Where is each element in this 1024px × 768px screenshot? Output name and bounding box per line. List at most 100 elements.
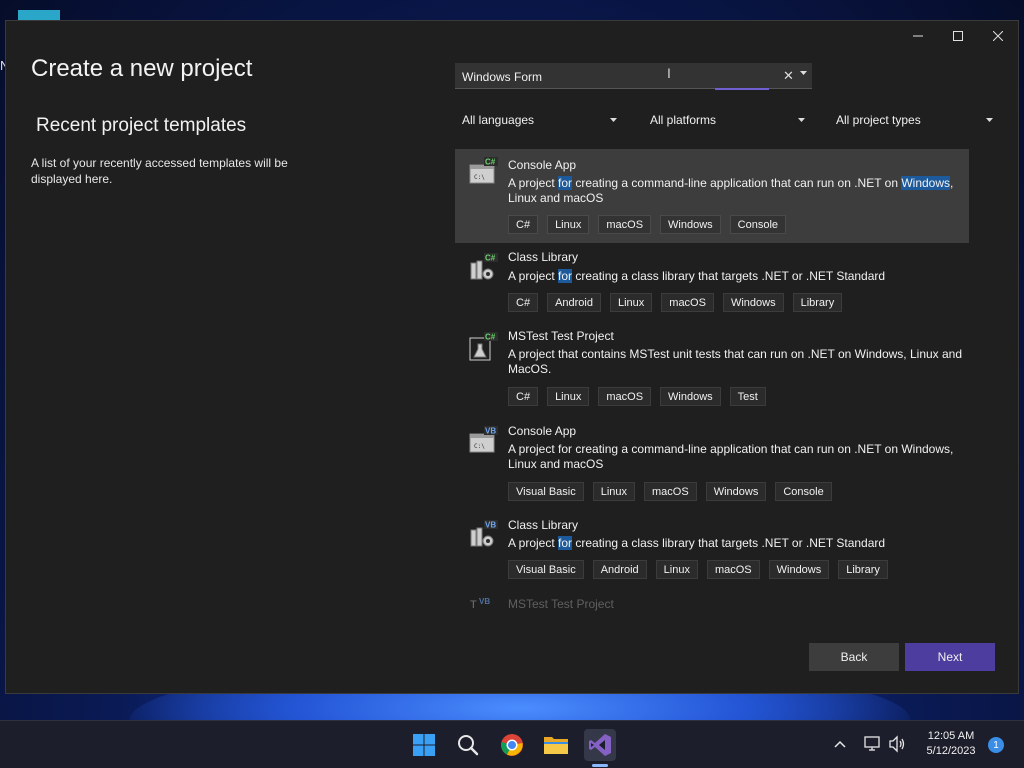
template-search-input[interactable]: Windows Form I ✕ [455,63,812,90]
next-button[interactable]: Next [905,643,995,671]
taskbar: 12:05 AM 5/12/2023 1 [0,720,1024,768]
tag: Console [775,482,832,501]
template-tags: C# Linux macOS Windows Test [508,387,766,406]
template-description: A project for creating a command-line ap… [508,176,954,205]
tag: Linux [547,387,590,406]
platform-filter-value: All platforms [650,113,717,127]
template-item-mstest-vb[interactable]: T VB MSTest Test Project [455,593,969,611]
tag: Windows [722,293,784,312]
start-icon [413,734,435,756]
chevron-down-icon [798,118,805,122]
close-icon [993,31,1003,41]
tag: Visual Basic [508,560,584,579]
active-app-indicator [592,764,608,767]
page-title: Create a new project [31,55,253,82]
window-controls [898,21,1018,51]
template-item-class-library-csharp[interactable]: C# Class Library A project for creating … [455,247,969,325]
recent-templates-description: A list of your recently accessed templat… [31,156,288,186]
tag: macOS [644,482,697,501]
visual-studio-icon [589,734,611,756]
volume-icon[interactable] [888,735,906,753]
tag: Linux [592,482,636,501]
back-button[interactable]: Back [809,643,899,671]
console-app-icon: C:\ C# [469,157,498,184]
language-filter-select[interactable]: All languages [456,109,623,131]
svg-text:C#: C# [485,333,496,342]
tag: Linux [609,293,653,312]
taskbar-search-button[interactable] [452,729,484,761]
template-name: MSTest Test Project [508,597,614,611]
tag: Windows [660,215,721,234]
chevron-down-icon [610,118,617,122]
template-tags: Visual Basic Linux macOS Windows Console [508,482,832,501]
tag: Android [547,293,601,312]
tag: macOS [598,215,652,234]
svg-text:C:\: C:\ [474,174,485,181]
network-icon[interactable] [864,735,882,753]
svg-text:C:\: C:\ [474,443,485,450]
notification-badge[interactable]: 1 [988,737,1004,753]
clock-time: 12:05 AM [927,730,975,742]
tag: Test [729,387,766,406]
template-name: Class Library [508,518,579,532]
class-library-icon: VB [470,520,498,547]
clear-search-icon[interactable]: ✕ [783,68,794,84]
template-name: Class Library [508,250,579,264]
create-project-dialog: Create a new project Recent project temp… [5,20,1019,694]
file-explorer-icon [544,737,568,754]
file-explorer-button[interactable] [540,729,572,761]
chrome-button[interactable] [496,729,528,761]
tag: Windows [660,387,721,406]
recent-templates-heading: Recent project templates [36,115,247,136]
template-name: MSTest Test Project [508,329,614,343]
tag: macOS [598,387,652,406]
template-description: A project for creating a class library t… [508,269,886,283]
tag: macOS [661,293,714,312]
system-clock[interactable]: 12:05 AM 5/12/2023 [912,729,990,759]
template-list: C:\ C# Console App A project for creatin… [455,149,969,611]
test-project-icon: T VB [470,597,490,611]
template-name: Console App [508,424,577,438]
text-cursor-icon: I [667,65,671,81]
tag: C# [508,293,539,312]
template-list-scrollbar[interactable] [969,149,977,611]
template-item-console-app-csharp[interactable]: C:\ C# Console App A project for creatin… [455,149,969,243]
chevron-down-icon [986,118,993,122]
test-project-icon: C# [469,332,498,361]
template-item-console-app-vb[interactable]: C:\ VB Console App A project for creatin… [455,420,969,512]
search-value[interactable]: Windows Form [462,70,542,84]
svg-text:C#: C# [485,254,496,263]
search-history-chevron-icon[interactable] [800,71,807,76]
project-type-filter-value: All project types [836,113,921,127]
platform-filter-select[interactable]: All platforms [644,109,811,131]
class-library-icon: C# [470,253,498,280]
console-app-icon: C:\ VB [469,426,498,453]
minimize-button[interactable] [898,21,938,51]
template-item-mstest-csharp[interactable]: C# MSTest Test Project A project that co… [455,326,969,418]
svg-text:T: T [470,599,477,611]
clock-date: 5/12/2023 [926,745,976,757]
tag: C# [508,215,539,234]
language-filter-value: All languages [462,113,535,127]
template-item-class-library-vb[interactable]: VB Class Library A project for creating … [455,514,969,592]
start-button[interactable] [408,729,440,761]
tag: Visual Basic [508,482,584,501]
tag: Library [838,560,888,579]
template-tags: C# Android Linux macOS Windows Library [508,293,843,312]
tag: Linux [655,560,698,579]
tag: Android [592,560,647,579]
close-button[interactable] [978,21,1018,51]
tag: Linux [547,215,590,234]
chrome-icon [501,734,523,756]
maximize-button[interactable] [938,21,978,51]
template-description: A project for creating a class library t… [508,536,886,550]
search-icon [458,735,479,756]
search-progress-indicator [715,88,769,90]
chevron-up-icon[interactable] [834,739,846,749]
visual-studio-button[interactable] [584,729,616,761]
svg-text:VB: VB [485,521,496,530]
minimize-icon [913,35,923,37]
project-type-filter-select[interactable]: All project types [830,109,999,131]
template-name: Console App [508,158,577,172]
template-description: A project for creating a command-line ap… [508,442,954,471]
